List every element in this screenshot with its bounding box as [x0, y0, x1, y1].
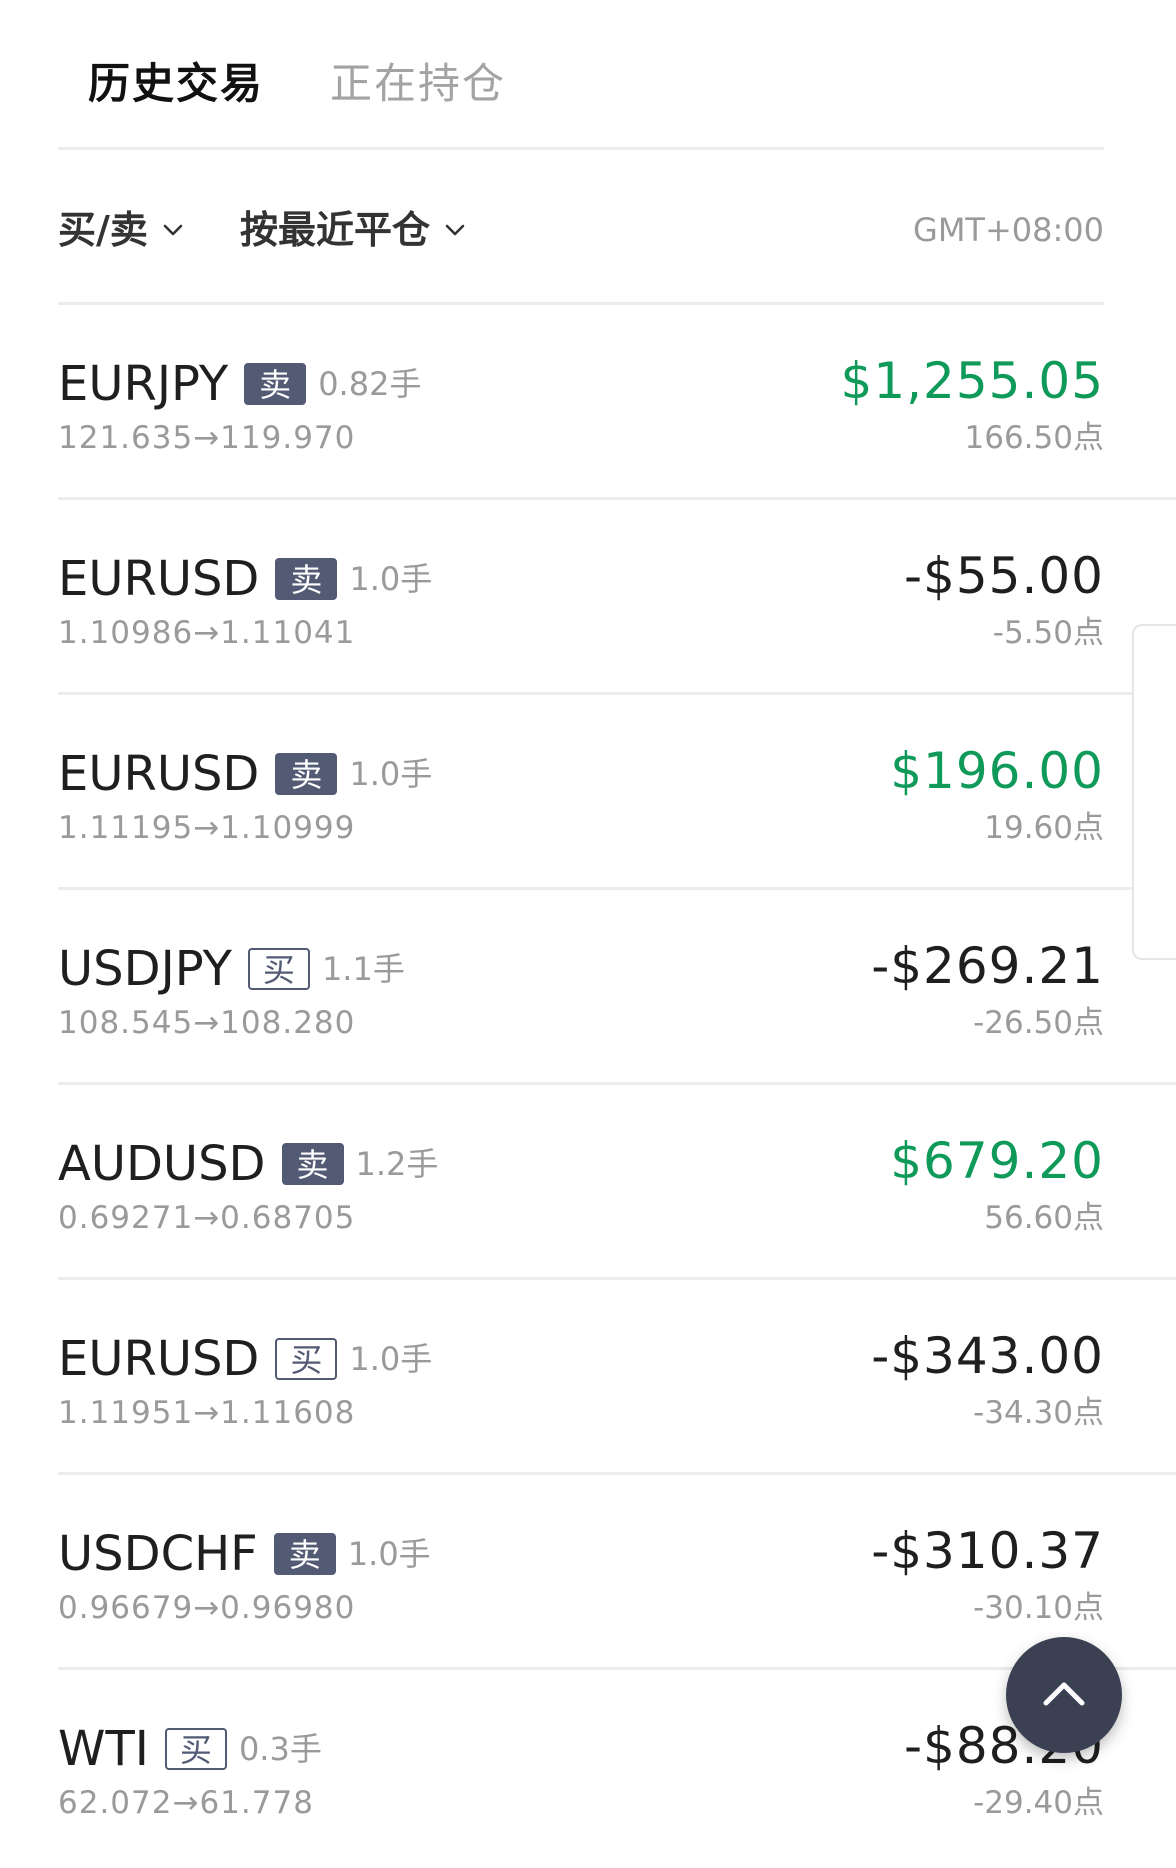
trade-profit-loss: -$55.00: [904, 547, 1104, 605]
trade-row[interactable]: USDCHF 卖 1.0手 0.96679→0.96980 -$310.37 -30.10…: [58, 1475, 1176, 1670]
trade-side-badge: 卖: [281, 1143, 344, 1185]
tab-bar: 历史交易 正在持仓: [88, 54, 506, 114]
trade-side-badge: 卖: [244, 363, 307, 405]
trade-symbol-line: EURUSD 卖 1.0手: [58, 745, 432, 803]
trade-open-close-prices: 0.96679→0.96980: [58, 1590, 356, 1626]
trade-open-close-prices: 0.69271→0.68705: [58, 1200, 356, 1236]
trade-row[interactable]: EURJPY 卖 0.82手 121.635→119.970 $1,255.05 166.…: [58, 305, 1176, 500]
trade-profit-loss: -$269.21: [871, 937, 1104, 995]
trade-symbol-line: USDCHF 卖 1.0手: [58, 1525, 431, 1583]
trade-row[interactable]: EURUSD 卖 1.0手 1.10986→1.11041 -$55.00 -5.50点: [58, 500, 1176, 695]
trade-symbol-line: EURJPY 卖 0.82手: [58, 355, 421, 413]
trade-profit-loss: -$310.37: [871, 1522, 1104, 1580]
tab-open-positions[interactable]: 正在持仓: [330, 54, 506, 114]
trade-symbol: USDJPY: [58, 941, 232, 997]
trade-side-badge: 卖: [275, 753, 338, 795]
trade-lots: 1.1手: [321, 950, 405, 988]
trade-lots: 1.0手: [347, 1535, 431, 1573]
side-filter-label: 买/卖: [58, 208, 148, 252]
tab-history-trades[interactable]: 历史交易: [88, 54, 264, 114]
trade-open-close-prices: 121.635→119.970: [58, 420, 356, 456]
scroll-to-top-button[interactable]: [1006, 1637, 1122, 1753]
trade-points: 19.60点: [984, 810, 1104, 846]
trade-side-badge: 买: [247, 948, 310, 990]
filter-bar: 买/卖 按最近平仓 GMT+08:00: [58, 200, 1104, 260]
trade-symbol: EURUSD: [58, 746, 260, 802]
trade-lots: 0.82手: [318, 365, 422, 403]
history-trades-page: 历史交易 正在持仓 买/卖 按最近平仓 GMT+08:00 EURJPY 卖 0.8…: [0, 0, 1176, 1868]
trade-symbol: USDCHF: [58, 1526, 258, 1582]
trade-side-badge: 买: [164, 1728, 227, 1770]
trade-points: -30.10点: [973, 1590, 1104, 1626]
trade-points: -29.40点: [973, 1785, 1104, 1821]
sort-filter-label: 按最近平仓: [240, 208, 431, 252]
trade-symbol-line: WTI 买 0.3手: [58, 1720, 322, 1778]
trade-symbol: AUDUSD: [58, 1136, 266, 1192]
trade-lots: 1.0手: [349, 560, 433, 598]
trade-symbol-line: EURUSD 卖 1.0手: [58, 550, 432, 608]
trade-points: -5.50点: [992, 615, 1104, 651]
timezone-label: GMT+08:00: [913, 211, 1104, 249]
trade-profit-loss: $196.00: [890, 742, 1104, 800]
trade-symbol: EURUSD: [58, 1331, 260, 1387]
trade-row[interactable]: EURUSD 卖 1.0手 1.11195→1.10999 $196.00 19.60点: [58, 695, 1176, 890]
side-filter-dropdown[interactable]: 买/卖: [58, 200, 186, 260]
trade-symbol-line: AUDUSD 卖 1.2手: [58, 1135, 438, 1193]
trade-lots: 1.2手: [355, 1145, 439, 1183]
trade-symbol-line: USDJPY 买 1.1手: [58, 940, 405, 998]
trade-open-close-prices: 1.11195→1.10999: [58, 810, 356, 846]
trade-row[interactable]: EURUSD 买 1.0手 1.11951→1.11608 -$343.00 -34.30…: [58, 1280, 1176, 1475]
side-drawer-handle[interactable]: [1132, 624, 1176, 960]
trade-symbol: EURJPY: [58, 356, 229, 412]
trade-row[interactable]: USDJPY 买 1.1手 108.545→108.280 -$269.21 -26.50…: [58, 890, 1176, 1085]
trade-points: -34.30点: [973, 1395, 1104, 1431]
trade-row[interactable]: AUDUSD 卖 1.2手 0.69271→0.68705 $679.20 56.60点: [58, 1085, 1176, 1280]
sort-filter-dropdown[interactable]: 按最近平仓: [240, 200, 468, 260]
trade-points: 56.60点: [984, 1200, 1104, 1236]
trade-open-close-prices: 1.11951→1.11608: [58, 1395, 356, 1431]
trade-symbol: WTI: [58, 1721, 149, 1777]
tab-divider: [58, 147, 1104, 150]
trade-lots: 1.0手: [349, 755, 433, 793]
trade-profit-loss: $1,255.05: [840, 352, 1104, 410]
trade-side-badge: 买: [275, 1338, 338, 1380]
trade-side-badge: 卖: [273, 1533, 336, 1575]
trade-lots: 1.0手: [349, 1340, 433, 1378]
trade-symbol-line: EURUSD 买 1.0手: [58, 1330, 432, 1388]
trade-list: EURJPY 卖 0.82手 121.635→119.970 $1,255.05 166.…: [58, 305, 1176, 1865]
trade-symbol: EURUSD: [58, 551, 260, 607]
chevron-up-icon: [1043, 1682, 1085, 1706]
trade-side-badge: 卖: [275, 558, 338, 600]
trade-profit-loss: $679.20: [890, 1132, 1104, 1190]
trade-open-close-prices: 62.072→61.778: [58, 1785, 314, 1821]
trade-open-close-prices: 108.545→108.280: [58, 1005, 356, 1041]
trade-points: 166.50点: [964, 420, 1104, 456]
trade-open-close-prices: 1.10986→1.11041: [58, 615, 356, 651]
trade-profit-loss: -$343.00: [871, 1327, 1104, 1385]
trade-lots: 0.3手: [238, 1730, 322, 1768]
trade-points: -26.50点: [973, 1005, 1104, 1041]
chevron-down-icon: [163, 224, 183, 236]
chevron-down-icon: [445, 224, 465, 236]
